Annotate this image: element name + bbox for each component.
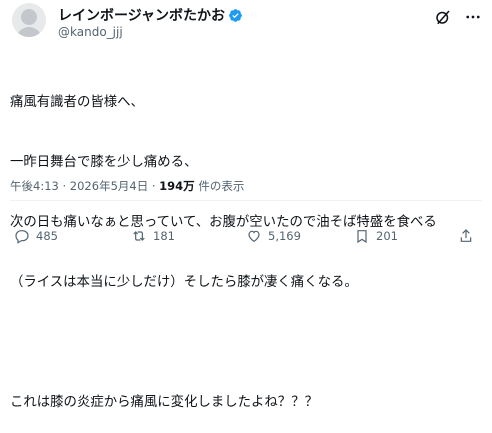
more-icon[interactable] bbox=[464, 8, 482, 26]
repost-icon bbox=[131, 228, 147, 244]
tweet-date[interactable]: 2026年5月4日 bbox=[70, 179, 148, 193]
share-icon bbox=[458, 228, 474, 244]
like-count: 5,169 bbox=[268, 229, 301, 243]
grok-icon[interactable] bbox=[434, 8, 452, 26]
header-actions bbox=[434, 8, 482, 26]
tweet-header: レインボージャンボたかお @kando_jjj bbox=[0, 0, 492, 46]
bookmark-button[interactable]: 201 bbox=[354, 228, 398, 244]
author-handle[interactable]: @kando_jjj bbox=[58, 25, 123, 39]
reply-icon bbox=[14, 228, 30, 244]
author-name-row: レインボージャンボたかお bbox=[58, 5, 243, 25]
tweet-line: これは膝の炎症から痛風に変化しましたよね？？？ bbox=[10, 395, 318, 410]
share-button[interactable] bbox=[458, 228, 474, 244]
avatar[interactable] bbox=[12, 3, 46, 37]
bookmark-icon bbox=[354, 228, 370, 244]
author-display-name[interactable]: レインボージャンボたかお bbox=[58, 5, 225, 25]
bookmark-count: 201 bbox=[376, 229, 398, 243]
view-count-suffix: 件の表示 bbox=[198, 179, 245, 193]
tweet-time[interactable]: 午後4:13 bbox=[10, 179, 59, 193]
tweet-line: 一昨日舞台で膝を少し痛める、 bbox=[10, 155, 198, 170]
tweet-line: 痛風有識者の皆様へ、 bbox=[10, 95, 144, 110]
meta-separator: · bbox=[62, 179, 67, 193]
divider bbox=[10, 200, 482, 201]
repost-count: 181 bbox=[153, 229, 175, 243]
like-button[interactable]: 5,169 bbox=[246, 228, 301, 244]
verified-badge-icon bbox=[228, 8, 243, 23]
like-icon bbox=[246, 228, 262, 244]
reply-count: 485 bbox=[36, 229, 58, 243]
view-count: 194万 bbox=[159, 179, 195, 193]
repost-button[interactable]: 181 bbox=[131, 228, 175, 244]
tweet-meta: 午後4:13 · 2026年5月4日 · 194万 件の表示 bbox=[10, 178, 244, 194]
action-bar: 485 181 5,169 201 bbox=[0, 228, 492, 248]
reply-button[interactable]: 485 bbox=[14, 228, 58, 244]
meta-separator: · bbox=[151, 179, 156, 193]
tweet-line: （ライスは本当に少しだけ）そしたら膝が凄く痛くなる。 bbox=[10, 275, 358, 290]
